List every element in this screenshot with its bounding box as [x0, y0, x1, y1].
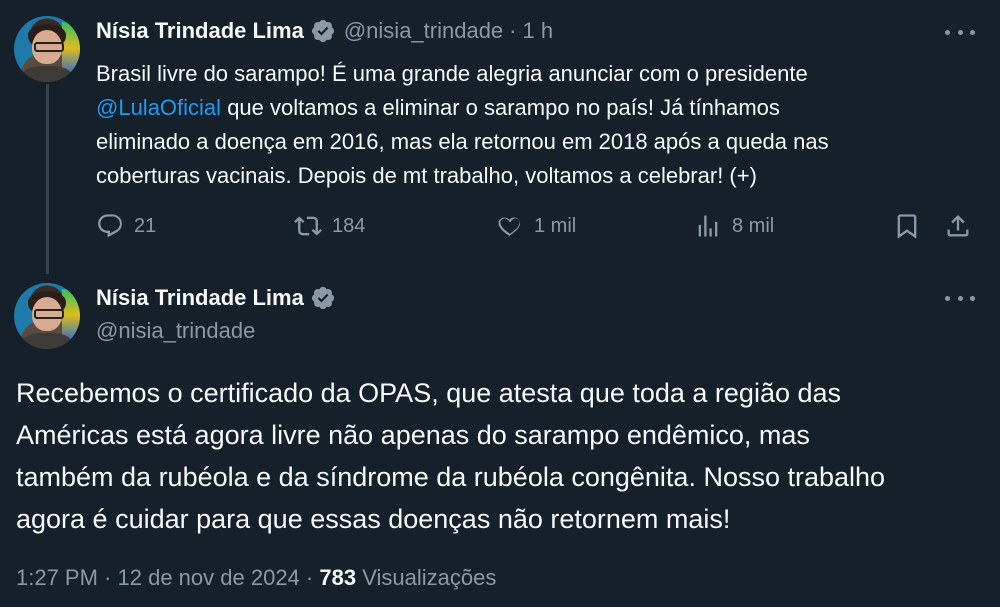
views-count: 8 mil	[732, 214, 775, 237]
bookmark-icon	[897, 214, 917, 239]
more-icon[interactable]	[945, 288, 975, 308]
verified-badge-icon[interactable]	[310, 285, 336, 311]
share-button[interactable]	[944, 208, 982, 244]
text-line: Recebemos o certificado da OPAS, que ate…	[16, 378, 842, 408]
author-handle[interactable]: @nisia_trindade	[344, 18, 503, 44]
avatar[interactable]	[14, 283, 80, 349]
text-line: Américas está agora livre não apenas do …	[16, 420, 810, 450]
retweet-button[interactable]: 184	[294, 208, 365, 244]
views-button[interactable]: 8 mil	[694, 208, 774, 244]
mention-link[interactable]: @LulaOficial	[96, 95, 221, 120]
author-name[interactable]: Nísia Trindade Lima	[96, 18, 304, 44]
share-icon	[947, 215, 969, 237]
separator: ·	[305, 565, 314, 590]
text-line: @LulaOficial que voltamos a eliminar o s…	[96, 95, 780, 120]
views-label: Visualizações	[362, 565, 497, 590]
text-line: agora é cuidar para que essas doenças nã…	[16, 504, 731, 534]
reply-count: 21	[134, 214, 157, 237]
avatar[interactable]	[14, 16, 80, 82]
tweet2-text: Recebemos o certificado da OPAS, que ate…	[16, 372, 986, 540]
more-icon[interactable]	[945, 22, 975, 42]
reply-icon	[98, 214, 122, 238]
text-line: coberturas vacinais. Depois de mt trabal…	[96, 163, 757, 188]
text-line: também da rubéola e da síndrome da rubéo…	[16, 462, 886, 492]
tweet1-header: Nísia Trindade Lima @nisia_trindade · 1 …	[96, 18, 553, 44]
tweet2-header: Nísia Trindade Lima	[96, 285, 336, 311]
tweet-time[interactable]: 1 h	[523, 18, 554, 44]
reply-button[interactable]: 21	[96, 208, 156, 244]
like-button[interactable]: 1 mil	[496, 208, 576, 244]
separator: ·	[509, 18, 517, 43]
views-count: 783	[319, 565, 357, 590]
retweet-count: 184	[332, 214, 366, 237]
retweet-icon	[294, 216, 322, 236]
tweet-meta: 1:27 PM · 12 de nov de 2024 · 783 Visual…	[16, 565, 496, 591]
thread-connector-line	[46, 84, 49, 274]
like-count: 1 mil	[534, 214, 577, 237]
separator: ·	[104, 565, 112, 590]
tweet1-text: Brasil livre do sarampo! É uma grande al…	[96, 57, 976, 193]
text-line: Brasil livre do sarampo! É uma grande al…	[96, 61, 808, 86]
author-name[interactable]: Nísia Trindade Lima	[96, 285, 304, 311]
bookmark-button[interactable]	[893, 208, 931, 244]
tweet-date[interactable]: 12 de nov de 2024	[118, 565, 300, 590]
verified-badge-icon[interactable]	[310, 18, 336, 44]
heart-icon	[498, 217, 520, 237]
author-handle[interactable]: @nisia_trindade	[96, 318, 255, 344]
thread: Nísia Trindade Lima @nisia_trindade · 1 …	[0, 0, 1000, 607]
tweet-time[interactable]: 1:27 PM	[16, 565, 98, 590]
views-icon	[698, 215, 718, 237]
tweet1-actions: 21 184 1 mil 8 mil	[96, 208, 976, 244]
text-line: eliminado a doença em 2016, mas ela reto…	[96, 129, 829, 154]
